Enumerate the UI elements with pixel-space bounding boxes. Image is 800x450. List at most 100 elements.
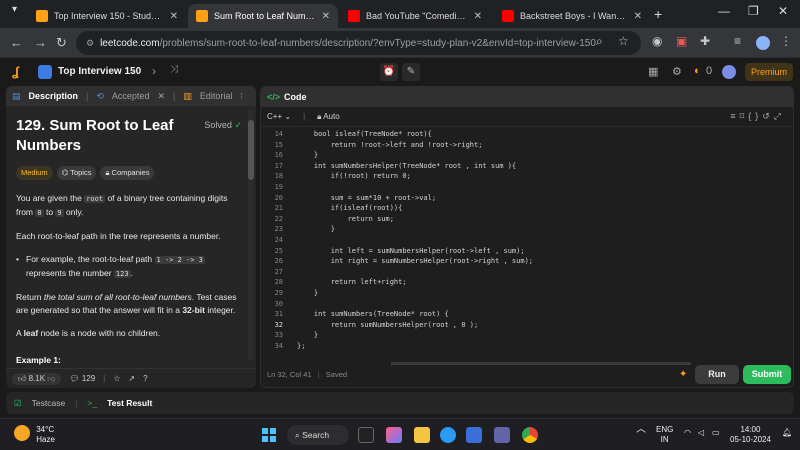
tab-search-icon[interactable]: ▾ bbox=[12, 4, 17, 15]
reset-icon[interactable]: ↺ bbox=[762, 111, 774, 121]
code-line[interactable]: 33 } bbox=[261, 330, 793, 341]
code-line[interactable]: 25 int left = sumNumbersHelper(root->lef… bbox=[261, 246, 793, 257]
code-line[interactable]: 18 if(!root) return 0; bbox=[261, 171, 793, 182]
forward-icon[interactable]: → bbox=[34, 35, 47, 50]
help-icon[interactable]: ? bbox=[143, 374, 147, 383]
shuffle-icon[interactable]: ⤨ bbox=[170, 64, 178, 75]
code-line[interactable]: 21 if(isleaf(root)){ bbox=[261, 203, 793, 214]
zoom-icon[interactable]: ⌕ bbox=[596, 34, 603, 49]
extension-icon[interactable]: ▣ bbox=[676, 34, 687, 48]
next-problem-icon[interactable]: › bbox=[152, 64, 156, 78]
clock[interactable]: 14:00 05-10-2024 bbox=[730, 425, 771, 445]
battery-icon[interactable]: ▭ bbox=[712, 428, 720, 438]
like-button[interactable]: 👍︎ 8.1K 👎︎ bbox=[12, 372, 62, 385]
new-tab-button[interactable]: + bbox=[654, 6, 662, 22]
taskbar-search[interactable]: ⌕ Search bbox=[287, 425, 349, 445]
browser-tab-problem[interactable]: Sum Root to Leaf Numbers - Leetc ✕ bbox=[188, 4, 338, 28]
scrollbar-thumb[interactable] bbox=[248, 120, 254, 180]
streak-fire-icon[interactable]: ◐ bbox=[694, 65, 701, 77]
chrome-icon[interactable] bbox=[522, 427, 538, 443]
thumbs-down-icon[interactable]: 👎︎ bbox=[47, 374, 55, 383]
site-info-icon[interactable]: ⚙ bbox=[86, 38, 94, 49]
format-icon[interactable]: ≡ bbox=[730, 111, 739, 121]
start-button[interactable] bbox=[262, 428, 276, 442]
browser-tab-study-plan[interactable]: Top Interview 150 - Study Plan - Le ✕ bbox=[28, 4, 186, 28]
run-button[interactable]: Run bbox=[695, 365, 739, 384]
reload-icon[interactable]: ↻ bbox=[56, 35, 67, 51]
incognito-icon[interactable]: ◉ bbox=[652, 34, 662, 48]
code-line[interactable]: 29 } bbox=[261, 288, 793, 299]
close-tab-icon[interactable]: ✕ bbox=[474, 11, 482, 22]
back-icon[interactable]: ← bbox=[10, 35, 23, 50]
companies-tag[interactable]: 🔒︎ Companies bbox=[100, 166, 155, 180]
weather-widget[interactable]: 34°C Haze bbox=[14, 425, 55, 445]
close-accepted-icon[interactable]: ✕ bbox=[157, 91, 165, 102]
braces-icon[interactable]: {} bbox=[748, 111, 762, 121]
code-line[interactable]: 27 bbox=[261, 267, 793, 278]
code-line[interactable]: 23 } bbox=[261, 224, 793, 235]
timer-icon[interactable]: ⏰ bbox=[380, 63, 398, 81]
difficulty-badge[interactable]: Medium bbox=[16, 166, 53, 180]
notes-icon[interactable]: ✎ bbox=[402, 63, 420, 81]
tab-test-result[interactable]: Test Result bbox=[107, 398, 152, 408]
minimize-icon[interactable]: — bbox=[718, 4, 730, 18]
premium-button[interactable]: Premium bbox=[745, 63, 793, 81]
code-line[interactable]: 17 int sumNumbersHelper(TreeNode* root ,… bbox=[261, 161, 793, 172]
description-scrollbar[interactable] bbox=[248, 110, 254, 360]
notification-bell-icon[interactable]: 🔔︎ bbox=[782, 428, 792, 438]
browser-tab-youtube-2[interactable]: Backstreet Boys - I Want It That W ✕ bbox=[494, 4, 650, 28]
prev-problem-icon[interactable]: ‹ bbox=[132, 64, 136, 78]
submit-button[interactable]: Submit bbox=[743, 365, 791, 384]
favorite-star-icon[interactable]: ☆ bbox=[113, 374, 120, 383]
code-line[interactable]: 31 int sumNumbers(TreeNode* root) { bbox=[261, 309, 793, 320]
layout-icon[interactable]: ▦ bbox=[648, 65, 658, 78]
code-line[interactable]: 14 bool isleaf(TreeNode* root){ bbox=[261, 129, 793, 140]
code-line[interactable]: 30 bbox=[261, 299, 793, 310]
profile-avatar[interactable] bbox=[756, 36, 770, 50]
share-icon[interactable]: ↗ bbox=[128, 374, 135, 383]
extensions-puzzle-icon[interactable]: ✚ bbox=[700, 34, 710, 48]
code-line[interactable]: 16 } bbox=[261, 150, 793, 161]
auto-mode-toggle[interactable]: 🔒︎ Auto bbox=[317, 112, 340, 122]
code-line[interactable]: 28 return left+right; bbox=[261, 277, 793, 288]
tab-description[interactable]: Description bbox=[29, 91, 79, 101]
tab-editorial[interactable]: Editorial bbox=[200, 91, 233, 101]
language-indicator[interactable]: ENG IN bbox=[656, 425, 673, 445]
debug-icon[interactable]: ✦ bbox=[679, 369, 687, 380]
code-line[interactable]: 19 bbox=[261, 182, 793, 193]
close-tab-icon[interactable]: ✕ bbox=[170, 11, 178, 22]
code-line[interactable]: 24 bbox=[261, 235, 793, 246]
show-hidden-icons[interactable]: ︿ bbox=[636, 425, 646, 435]
close-tab-icon[interactable]: ✕ bbox=[634, 11, 642, 22]
comment-button[interactable]: 💬︎ 129 bbox=[69, 374, 95, 383]
browser-menu-icon[interactable]: ⋮ bbox=[780, 34, 792, 48]
reading-list-icon[interactable]: ≡ bbox=[734, 34, 741, 48]
address-bar[interactable]: ⚙ leetcode.com/problems/sum-root-to-leaf… bbox=[76, 31, 641, 55]
copilot-icon[interactable] bbox=[386, 427, 402, 443]
code-line[interactable]: 22 return sum; bbox=[261, 214, 793, 225]
code-editor[interactable]: 14 bool isleaf(TreeNode* root){15 return… bbox=[261, 129, 793, 351]
volume-icon[interactable]: ◁ bbox=[698, 428, 704, 438]
bookmark-icon[interactable]: ⌑ bbox=[740, 111, 749, 121]
code-line[interactable]: 15 return !root->left and !root->right; bbox=[261, 140, 793, 151]
expand-icon[interactable]: ⤢ bbox=[774, 111, 785, 121]
close-window-icon[interactable]: ✕ bbox=[778, 4, 788, 18]
tab-testcase[interactable]: Testcase bbox=[32, 398, 66, 408]
wifi-icon[interactable]: ◠ bbox=[684, 428, 691, 438]
edge-icon[interactable] bbox=[440, 427, 456, 443]
file-explorer-icon[interactable] bbox=[414, 427, 430, 443]
user-avatar[interactable] bbox=[722, 65, 736, 79]
language-select[interactable]: C++ ⌄ bbox=[267, 112, 291, 121]
study-plan-title[interactable]: Top Interview 150 bbox=[58, 66, 141, 77]
restore-icon[interactable]: ❐ bbox=[748, 4, 759, 18]
settings-gear-icon[interactable]: ⚙ bbox=[672, 65, 682, 78]
app-icon[interactable] bbox=[494, 427, 510, 443]
bookmark-star-icon[interactable]: ☆ bbox=[618, 34, 629, 48]
close-tab-icon[interactable]: ✕ bbox=[322, 11, 330, 22]
code-line[interactable]: 32 return sumNumbersHelper(root , 0 ); bbox=[261, 320, 793, 331]
topics-tag[interactable]: ⌬ Topics bbox=[56, 166, 97, 180]
code-line[interactable]: 20 sum = sum*10 + root->val; bbox=[261, 193, 793, 204]
leetcode-logo-icon[interactable]: ʆ bbox=[12, 64, 19, 79]
browser-tab-youtube-1[interactable]: Bad YouTube "Comedians" (M ✕ bbox=[340, 4, 490, 28]
code-line[interactable]: 26 int right = sumNumbersHelper(root->ri… bbox=[261, 256, 793, 267]
